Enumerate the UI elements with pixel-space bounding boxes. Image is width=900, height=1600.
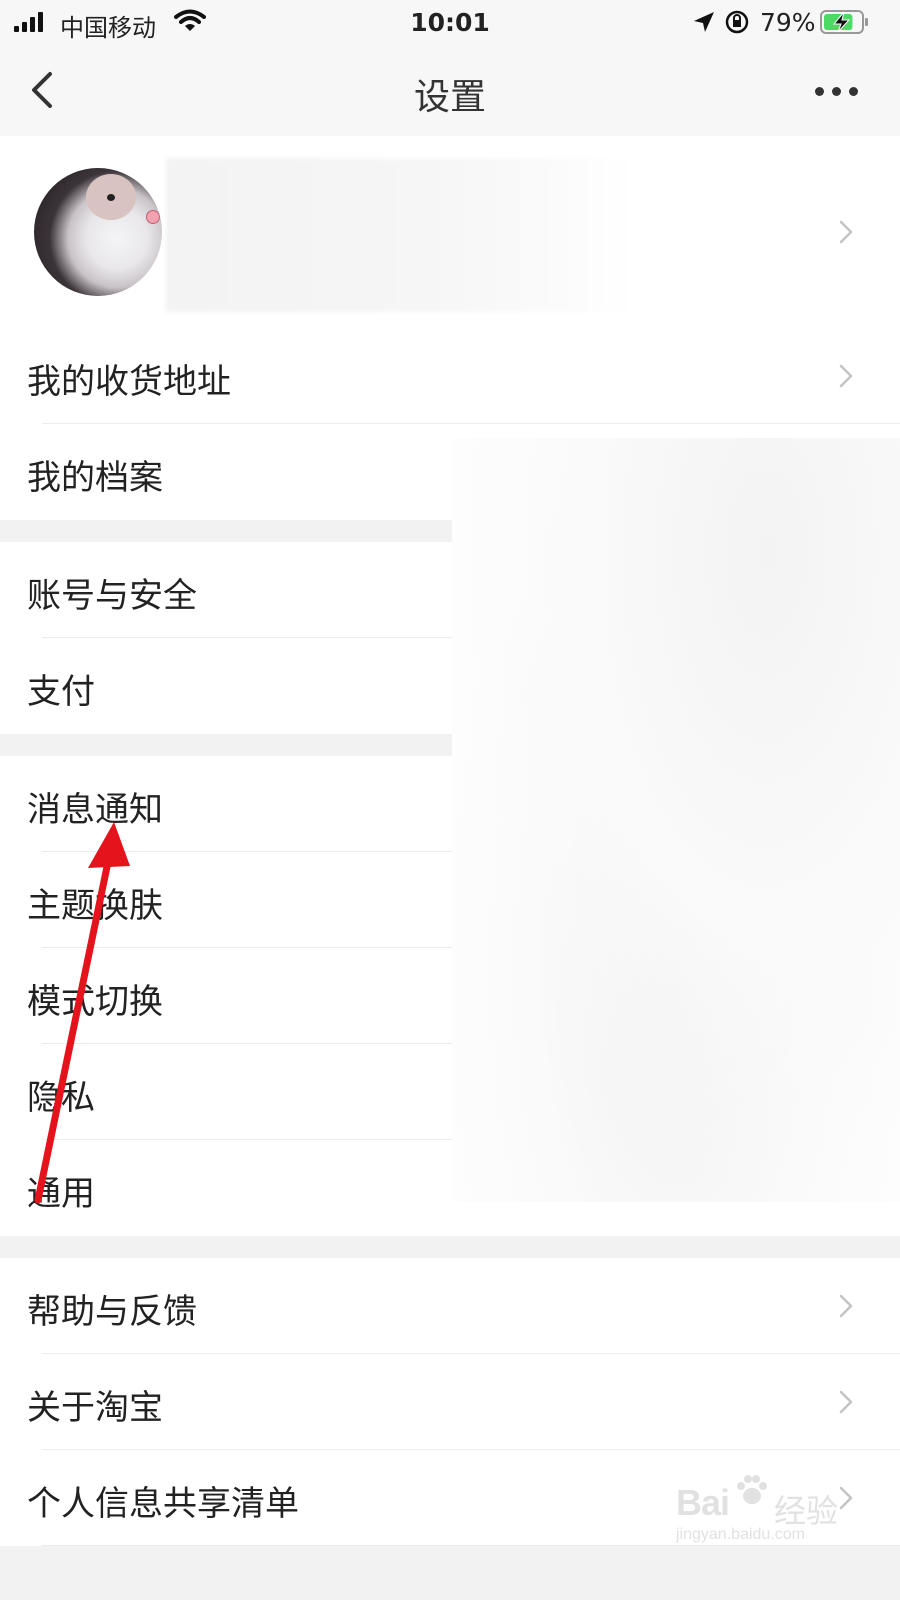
status-bar: 中国移动 10:01 79% — [0, 0, 900, 46]
paw-icon — [737, 1475, 767, 1504]
list-item-label: 关于淘宝 — [27, 1388, 163, 1428]
nav-bar: 设置 — [0, 46, 900, 136]
profile-row[interactable] — [0, 136, 900, 328]
rotation-lock-icon — [725, 10, 749, 34]
list-item-label: 通用 — [27, 1174, 95, 1214]
list-item-label: 主题换肤 — [27, 886, 163, 926]
list-item-help-feedback[interactable]: 帮助与反馈 — [0, 1258, 900, 1354]
chevron-right-icon — [839, 220, 853, 244]
list-item-shipping-address[interactable]: 我的收货地址 — [0, 328, 900, 424]
list-item-label: 支付 — [27, 672, 95, 712]
chevron-right-icon — [839, 1294, 853, 1318]
list-item-about-taobao[interactable]: 关于淘宝 — [0, 1354, 900, 1450]
battery-percent: 79% — [760, 8, 816, 37]
list-item-label: 我的收货地址 — [27, 362, 231, 402]
list-item-label: 我的档案 — [27, 458, 163, 498]
list-item-label: 个人信息共享清单 — [27, 1484, 299, 1524]
list-item-label: 帮助与反馈 — [27, 1292, 197, 1332]
list-item-label: 消息通知 — [27, 790, 163, 830]
blurred-region — [452, 438, 900, 1202]
blurred-profile-info — [166, 158, 630, 312]
avatar[interactable] — [34, 168, 162, 296]
list-item-label: 模式切换 — [27, 982, 163, 1022]
watermark-brand: Bai — [676, 1482, 730, 1523]
list-item-label: 隐私 — [27, 1078, 95, 1118]
location-icon — [694, 12, 714, 32]
baidu-jingyan-watermark: Bai 经验 jingyan.baidu.com — [676, 1466, 876, 1562]
page-title: 设置 — [413, 77, 486, 118]
list-item-label: 账号与安全 — [27, 576, 197, 616]
chevron-right-icon — [839, 1390, 853, 1414]
more-dots-icon[interactable] — [806, 76, 866, 106]
watermark-url: jingyan.baidu.com — [676, 1526, 805, 1543]
battery-charging-icon — [820, 10, 868, 34]
chevron-right-icon — [839, 364, 853, 388]
